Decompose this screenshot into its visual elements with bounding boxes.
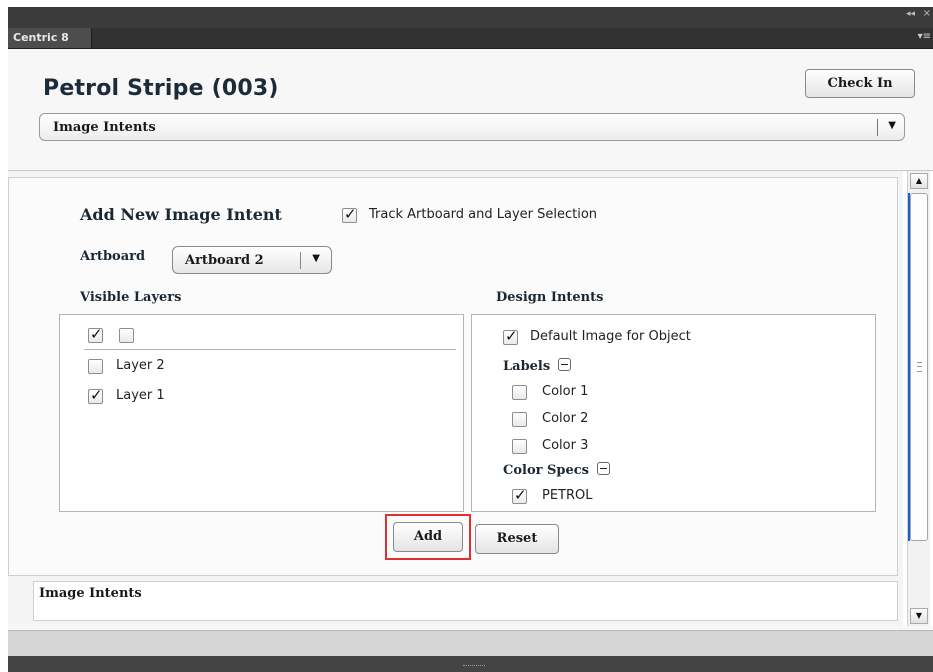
petrol-checkbox[interactable] (512, 486, 527, 504)
deselect-all-checkbox[interactable] (119, 328, 134, 343)
panel-tab-bar: Centric 8 ▾≡ (8, 28, 933, 49)
layer-1-checkbox[interactable] (88, 386, 103, 404)
resize-grip-icon[interactable] (463, 665, 485, 669)
chevron-down-icon: ▼ (888, 120, 896, 131)
check-in-button[interactable]: Check In (805, 69, 915, 98)
bottom-chrome (8, 656, 933, 672)
window-chrome: ◂◂ × (8, 7, 933, 28)
scroll-content: Add New Image Intent Track Artboard and … (8, 171, 903, 626)
track-selection-label: Track Artboard and Layer Selection (369, 207, 598, 222)
color-3-checkbox[interactable] (512, 439, 527, 454)
scroll-area: Add New Image Intent Track Artboard and … (8, 170, 933, 626)
design-intents-list: Default Image for Object Labels Color 1 … (471, 314, 876, 512)
collapse-color-specs-icon[interactable] (597, 462, 610, 475)
add-button[interactable]: Add (393, 522, 463, 552)
collapse-panels-icon[interactable]: ◂◂ (906, 9, 915, 19)
color-specs-heading: Color Specs (503, 463, 589, 478)
color-2-checkbox[interactable] (512, 412, 527, 427)
tab-label: Centric 8 (13, 31, 69, 44)
artboard-label: Artboard (80, 249, 146, 264)
chevron-down-icon: ▼ (312, 253, 320, 264)
artboard-select[interactable]: Artboard 2 ▼ (172, 246, 332, 274)
design-intents-label: Design Intents (496, 290, 604, 305)
scroll-thumb[interactable] (910, 193, 928, 541)
color-3-label: Color 3 (542, 438, 589, 453)
panel-menu-icon[interactable]: ▾≡ (918, 31, 931, 42)
visible-layers-list: Layer 2 Layer 1 (59, 314, 464, 512)
petrol-label: PETROL (542, 488, 593, 503)
select-all-checkbox[interactable] (88, 325, 103, 343)
add-intent-heading: Add New Image Intent (80, 205, 282, 224)
reset-button[interactable]: Reset (475, 524, 559, 554)
scroll-down-icon[interactable]: ▼ (910, 608, 928, 624)
add-intent-card: Add New Image Intent Track Artboard and … (8, 177, 898, 576)
close-icon[interactable]: × (923, 8, 931, 19)
collapse-labels-icon[interactable] (558, 358, 571, 371)
image-intents-section-label: Image Intents (39, 586, 142, 601)
track-selection-checkbox[interactable] (342, 205, 357, 223)
labels-heading: Labels (503, 359, 551, 374)
grip-icon (917, 362, 922, 372)
vertical-scrollbar[interactable]: ▲ ▼ (907, 171, 930, 626)
image-intents-section[interactable]: Image Intents (33, 581, 898, 621)
dropdown-separator (877, 119, 878, 136)
visible-layers-label: Visible Layers (80, 290, 182, 305)
color-2-label: Color 2 (542, 411, 589, 426)
artboard-separator (300, 252, 301, 269)
color-1-checkbox[interactable] (512, 385, 527, 400)
list-divider (84, 349, 456, 350)
panel-footer (8, 630, 933, 657)
view-dropdown-value: Image Intents (53, 120, 156, 135)
view-dropdown[interactable]: Image Intents ▼ (39, 113, 905, 141)
scroll-up-icon[interactable]: ▲ (910, 173, 928, 189)
default-image-checkbox[interactable] (503, 327, 518, 345)
tab-centric[interactable]: Centric 8 (8, 28, 92, 48)
artboard-select-value: Artboard 2 (185, 253, 264, 268)
layer-2-label: Layer 2 (116, 358, 165, 373)
centric-panel: Petrol Stripe (003) Check In Image Inten… (8, 49, 933, 630)
layer-1-label: Layer 1 (116, 388, 165, 403)
layer-2-checkbox[interactable] (88, 359, 103, 374)
page-title: Petrol Stripe (003) (43, 76, 279, 101)
default-image-label: Default Image for Object (530, 329, 691, 344)
color-1-label: Color 1 (542, 384, 589, 399)
